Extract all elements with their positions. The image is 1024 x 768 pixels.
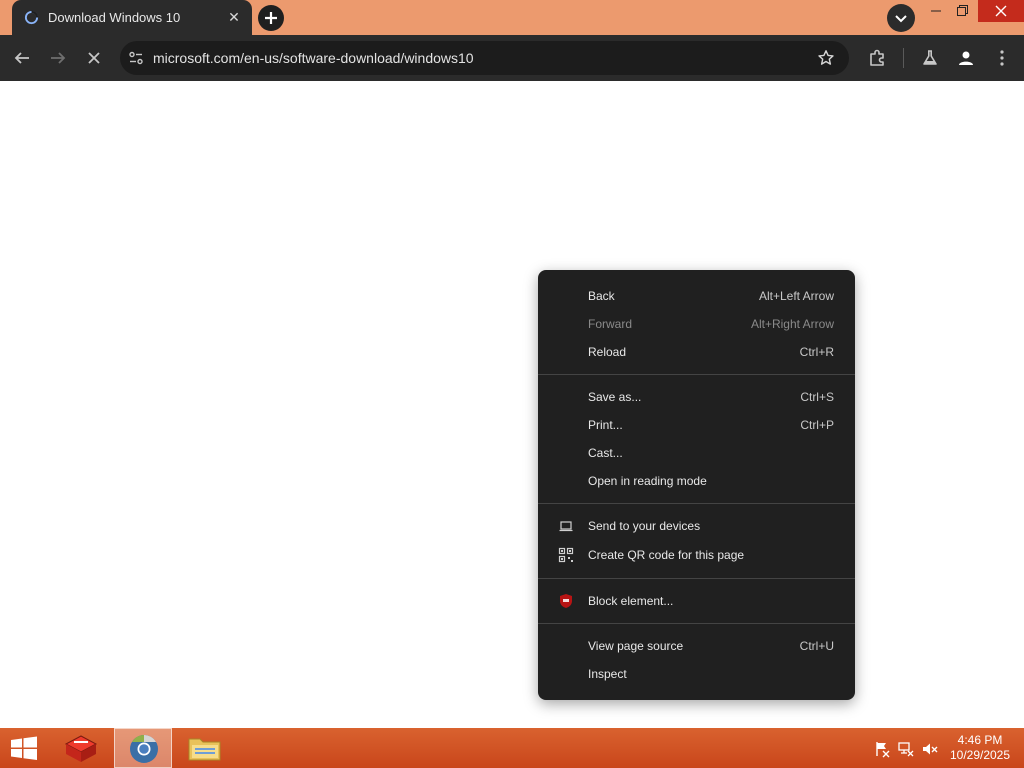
back-arrow-icon[interactable] bbox=[10, 46, 34, 70]
tab-close-icon[interactable]: ✕ bbox=[226, 9, 242, 25]
menu-item-shortcut: Ctrl+P bbox=[800, 418, 834, 432]
ublock-origin-icon bbox=[560, 594, 572, 608]
forward-arrow-icon[interactable] bbox=[46, 46, 70, 70]
windows-logo-icon bbox=[11, 736, 37, 760]
menu-item-inspect[interactable]: Inspect bbox=[538, 660, 855, 688]
menu-item-cast[interactable]: Cast... bbox=[538, 439, 855, 467]
restore-button[interactable] bbox=[946, 0, 978, 22]
tab-strip: Download Windows 10 ✕ bbox=[0, 0, 1024, 35]
menu-item-label: Send to your devices bbox=[588, 519, 701, 533]
menu-item-reload[interactable]: Reload Ctrl+R bbox=[538, 338, 855, 366]
menu-divider bbox=[538, 374, 855, 375]
menu-item-shortcut: Ctrl+S bbox=[800, 390, 834, 404]
menu-item-send-to-devices[interactable]: Send to your devices bbox=[538, 512, 855, 540]
taskbar-app-file-explorer[interactable] bbox=[180, 728, 230, 768]
toolbar-divider bbox=[903, 48, 904, 68]
menu-item-label: Block element... bbox=[588, 594, 674, 608]
menu-item-view-page-source[interactable]: View page source Ctrl+U bbox=[538, 632, 855, 660]
menu-item-label: Reload bbox=[588, 345, 627, 359]
clock-date: 10/29/2025 bbox=[949, 748, 1011, 762]
close-icon bbox=[995, 5, 1007, 17]
restore-icon bbox=[957, 5, 968, 16]
menu-item-shortcut: Ctrl+R bbox=[799, 345, 834, 359]
labs-flask-icon[interactable] bbox=[918, 46, 942, 70]
tab-title: Download Windows 10 bbox=[48, 10, 181, 25]
action-center-flag-icon[interactable] bbox=[873, 740, 891, 758]
red-box-app-icon bbox=[64, 735, 98, 762]
bookmark-star-icon[interactable] bbox=[817, 49, 835, 67]
chevron-down-icon bbox=[895, 15, 907, 23]
start-button[interactable] bbox=[0, 728, 48, 768]
menu-item-reading-mode[interactable]: Open in reading mode bbox=[538, 467, 855, 495]
menu-item-label: View page source bbox=[588, 639, 684, 653]
tab-search-button[interactable] bbox=[887, 4, 915, 32]
more-options-icon[interactable] bbox=[990, 46, 1014, 70]
tab-download-windows-10[interactable]: Download Windows 10 ✕ bbox=[12, 0, 252, 35]
menu-item-label: Inspect bbox=[588, 667, 627, 681]
menu-item-forward[interactable]: Forward Alt+Right Arrow bbox=[538, 310, 855, 338]
menu-divider bbox=[538, 503, 855, 504]
menu-item-block-element[interactable]: Block element... bbox=[538, 587, 855, 615]
profile-avatar-icon[interactable] bbox=[954, 46, 978, 70]
url-text: microsoft.com/en-us/software-download/wi… bbox=[153, 50, 474, 66]
taskbar: 4:46 PM 10/29/2025 bbox=[0, 728, 1024, 768]
extensions-icon[interactable] bbox=[865, 46, 889, 70]
taskbar-app-chrome[interactable] bbox=[114, 728, 172, 768]
menu-item-save-as[interactable]: Save as... Ctrl+S bbox=[538, 383, 855, 411]
menu-item-label: Print... bbox=[588, 418, 623, 432]
taskbar-app-toolbox[interactable] bbox=[56, 728, 106, 768]
menu-item-label: Cast... bbox=[588, 446, 623, 460]
volume-muted-icon[interactable] bbox=[921, 740, 939, 758]
menu-item-print[interactable]: Print... Ctrl+P bbox=[538, 411, 855, 439]
loading-spinner-icon bbox=[24, 10, 39, 25]
menu-item-back[interactable]: Back Alt+Left Arrow bbox=[538, 282, 855, 310]
clock-time: 4:46 PM bbox=[957, 733, 1003, 747]
menu-divider bbox=[538, 578, 855, 579]
new-tab-button[interactable] bbox=[258, 5, 284, 31]
menu-item-shortcut: Alt+Right Arrow bbox=[750, 317, 834, 331]
menu-item-label: Forward bbox=[588, 317, 633, 331]
site-settings-icon[interactable] bbox=[128, 50, 144, 66]
plus-icon bbox=[265, 12, 277, 24]
context-menu: Back Alt+Left Arrow Forward Alt+Right Ar… bbox=[538, 270, 855, 700]
stop-loading-icon[interactable] bbox=[82, 46, 106, 70]
qr-code-icon bbox=[558, 547, 574, 563]
menu-item-label: Back bbox=[588, 289, 615, 303]
menu-item-create-qr-code[interactable]: Create QR code for this page bbox=[538, 541, 855, 569]
browser-toolbar: microsoft.com/en-us/software-download/wi… bbox=[0, 35, 1024, 81]
menu-item-shortcut: Alt+Left Arrow bbox=[758, 289, 834, 303]
folder-icon bbox=[188, 738, 221, 761]
menu-item-label: Save as... bbox=[588, 390, 642, 404]
network-icon[interactable] bbox=[897, 740, 915, 758]
menu-item-shortcut: Ctrl+U bbox=[799, 639, 834, 653]
menu-divider bbox=[538, 623, 855, 624]
taskbar-clock[interactable]: 4:46 PM 10/29/2025 bbox=[940, 733, 1020, 763]
address-bar[interactable]: microsoft.com/en-us/software-download/wi… bbox=[120, 41, 849, 75]
chrome-browser-icon bbox=[130, 735, 158, 763]
laptop-icon bbox=[559, 521, 573, 532]
menu-item-label: Open in reading mode bbox=[588, 474, 707, 488]
menu-item-label: Create QR code for this page bbox=[588, 548, 745, 562]
close-window-button[interactable] bbox=[978, 0, 1024, 22]
page-content bbox=[0, 81, 1024, 728]
